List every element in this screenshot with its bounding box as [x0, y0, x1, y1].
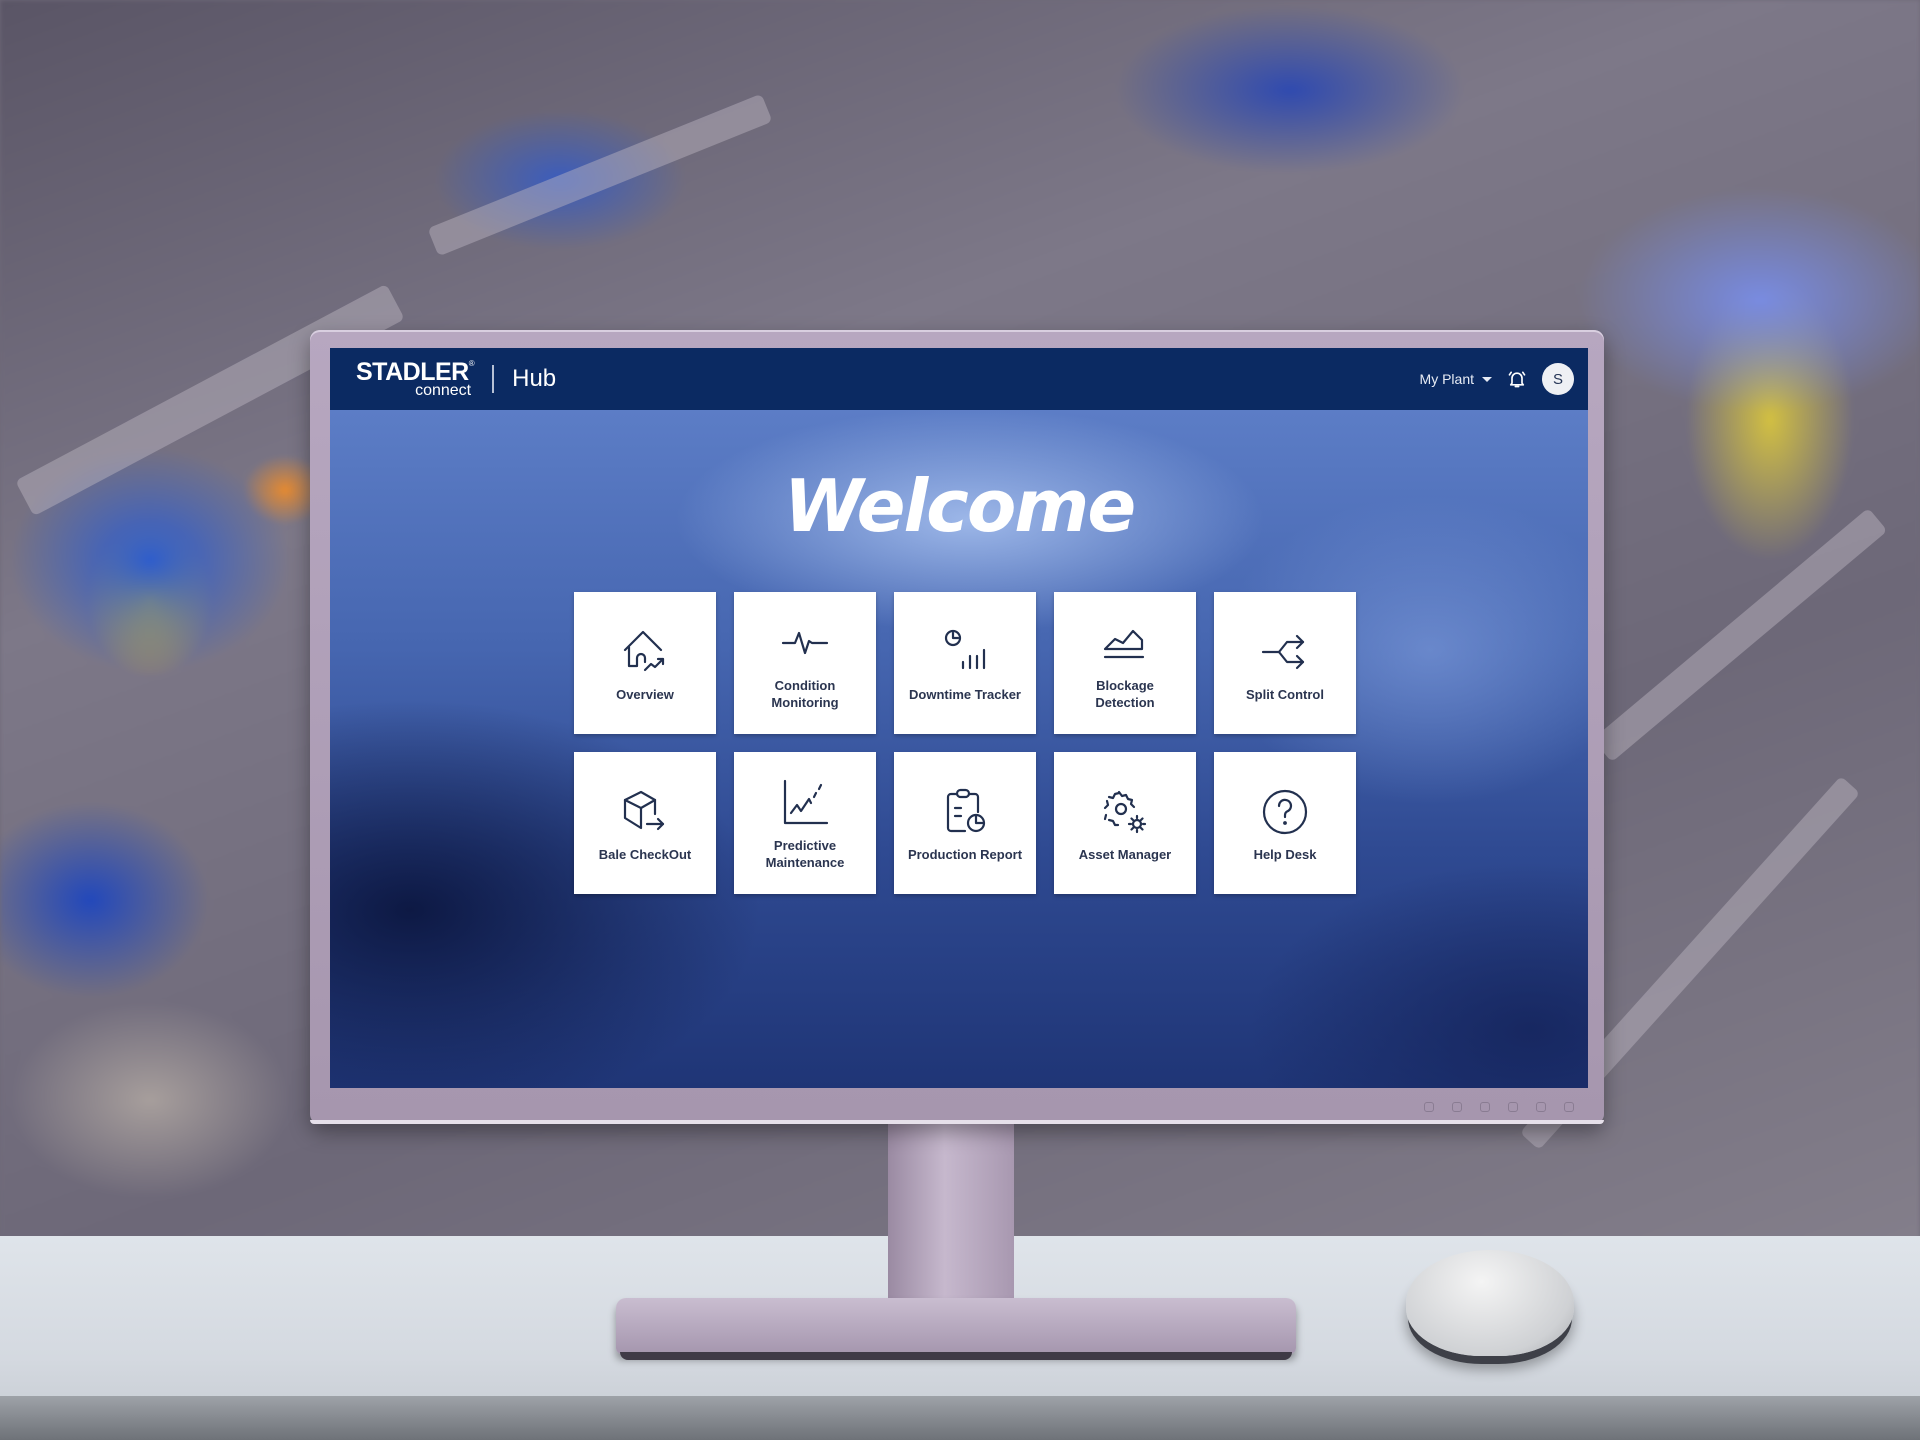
stadler-connect-logo[interactable]: STADLER® connect — [356, 358, 475, 399]
monitor-power-button — [1564, 1102, 1574, 1112]
computer-mouse — [1406, 1250, 1574, 1356]
tile-label: Help Desk — [1253, 846, 1317, 862]
tile-overview[interactable]: Overview — [574, 592, 716, 734]
monitor-button — [1536, 1102, 1546, 1112]
monitor-button — [1508, 1102, 1518, 1112]
tile-label: Blockage Detection — [1095, 678, 1155, 710]
notifications-button[interactable] — [1506, 368, 1528, 390]
tile-asset-manager[interactable]: Asset Manager — [1054, 752, 1196, 894]
tile-bale-checkout[interactable]: Bale CheckOut — [574, 752, 716, 894]
welcome-heading: Welcome — [783, 464, 1136, 548]
app-title: Hub — [512, 365, 557, 392]
clipboard-chart-icon — [937, 784, 993, 840]
logo-sub: connect — [415, 381, 472, 399]
monitor-button — [1452, 1102, 1462, 1112]
clock-bars-icon — [937, 624, 993, 680]
monitor-button — [1424, 1102, 1434, 1112]
tile-label: Condition Monitoring — [771, 678, 839, 710]
main-content: Welcome Overview Condition Monitoring Do… — [330, 410, 1588, 1088]
logo-main: STADLER® — [356, 358, 475, 385]
top-bar: STADLER® connect Hub My Plant S — [330, 348, 1588, 410]
tile-help-desk[interactable]: Help Desk — [1214, 752, 1356, 894]
plant-selector[interactable]: My Plant — [1420, 371, 1492, 387]
tile-condition-monitoring[interactable]: Condition Monitoring — [734, 592, 876, 734]
screen: STADLER® connect Hub My Plant S Welcome — [330, 348, 1588, 1088]
tile-label: Asset Manager — [1078, 846, 1172, 862]
tile-production-report[interactable]: Production Report — [894, 752, 1036, 894]
monitor-stand-base — [616, 1298, 1296, 1360]
tile-label: Predictive Maintenance — [765, 838, 845, 870]
caret-down-icon — [1482, 376, 1492, 382]
area-chart-icon — [1097, 615, 1153, 671]
user-avatar[interactable]: S — [1542, 363, 1574, 395]
top-bar-actions: My Plant S — [1420, 363, 1574, 395]
tile-label: Production Report — [907, 846, 1023, 862]
trend-chart-icon — [777, 775, 833, 831]
monitor-stand-neck — [888, 1124, 1014, 1300]
pulse-icon — [777, 615, 833, 671]
tile-split-control[interactable]: Split Control — [1214, 592, 1356, 734]
box-arrow-icon — [617, 784, 673, 840]
registered-mark: ® — [468, 358, 475, 368]
header-divider — [492, 365, 495, 393]
gears-icon — [1097, 784, 1153, 840]
tile-label: Downtime Tracker — [909, 686, 1021, 702]
tile-blockage-detection[interactable]: Blockage Detection — [1054, 592, 1196, 734]
home-trend-icon — [617, 624, 673, 680]
monitor-edge — [310, 1120, 1604, 1124]
tile-label: Overview — [616, 686, 674, 702]
tile-label: Split Control — [1246, 686, 1324, 702]
monitor-buttons — [1424, 1102, 1574, 1112]
tile-downtime-tracker[interactable]: Downtime Tracker — [894, 592, 1036, 734]
desk-edge — [0, 1396, 1920, 1440]
split-arrows-icon — [1257, 624, 1313, 680]
tile-label: Bale CheckOut — [598, 846, 692, 862]
monitor-button — [1480, 1102, 1490, 1112]
tile-predictive-maintenance[interactable]: Predictive Maintenance — [734, 752, 876, 894]
plant-selector-label: My Plant — [1419, 371, 1474, 387]
app-tile-grid: Overview Condition Monitoring Downtime T… — [574, 592, 1356, 894]
help-circle-icon — [1257, 784, 1313, 840]
bell-icon — [1508, 371, 1526, 388]
